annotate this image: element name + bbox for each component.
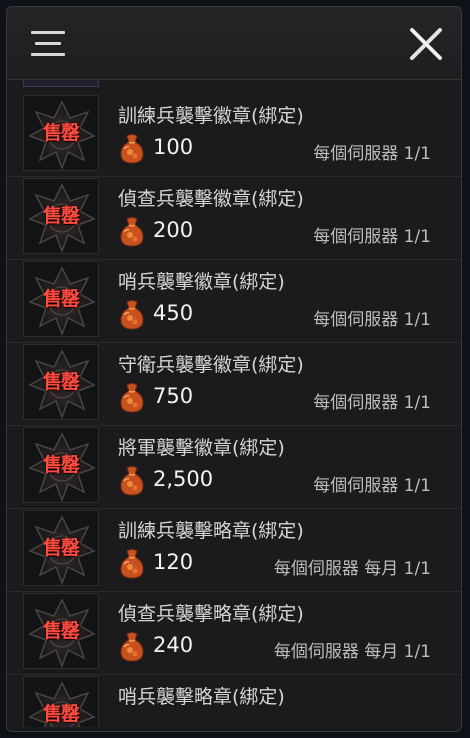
item-title: 將軍襲擊徽章(綁定)	[118, 437, 285, 459]
sold-out-label: 售罄	[42, 371, 80, 393]
item-title: 訓練兵襲擊徽章(綁定)	[118, 105, 304, 127]
shop-item-row[interactable]: 售罄 偵查兵襲擊徽章(綁定) 200 每個伺服器 1/1	[7, 176, 461, 260]
item-icon: 售罄	[23, 593, 99, 669]
item-price: 450	[153, 301, 194, 325]
coin-pouch-icon	[118, 133, 146, 165]
item-price: 240	[153, 633, 194, 657]
shop-item-row[interactable]: 售罄 訓練兵襲擊徽章(綁定) 100 每個伺服器 1/1	[7, 93, 461, 177]
item-title: 偵查兵襲擊徽章(綁定)	[118, 188, 304, 210]
sold-out-label: 售罄	[42, 703, 80, 725]
shop-item-row[interactable]: 售罄 訓練兵襲擊略章(綁定) 120 每個伺服器 每月 1/1	[7, 508, 461, 592]
shop-item-row[interactable]: 售罄 將軍襲擊徽章(綁定) 2,500 每個伺服器 1/1	[7, 425, 461, 509]
purchase-limit: 每個伺服器 1/1	[313, 476, 431, 496]
item-title: 偵查兵襲擊略章(綁定)	[118, 603, 304, 625]
item-price: 750	[153, 384, 194, 408]
coin-pouch-icon	[118, 465, 146, 497]
sold-out-label: 售罄	[42, 537, 80, 559]
shop-item-row[interactable]: 售罄 哨兵襲擊徽章(綁定) 450 每個伺服器 1/1	[7, 259, 461, 343]
coin-pouch-icon	[118, 382, 146, 414]
shop-item-row[interactable]: 售罄 偵查兵襲擊略章(綁定) 240 每個伺服器 每月 1/1	[7, 591, 461, 675]
purchase-limit: 每個伺服器 1/1	[313, 310, 431, 330]
purchase-limit: 每個伺服器 1/1	[313, 144, 431, 164]
sold-out-label: 售罄	[42, 620, 80, 642]
coin-pouch-icon	[118, 548, 146, 580]
close-icon[interactable]	[409, 27, 443, 61]
shop-item-row[interactable]: 售罄 哨兵襲擊略章(綁定)	[7, 674, 461, 727]
item-icon: 售罄	[23, 510, 99, 586]
item-title: 訓練兵襲擊略章(綁定)	[118, 520, 304, 542]
item-list[interactable]: 售罄 訓練兵襲擊徽章(綁定) 100 每個伺服器 1/1 售罄 偵查兵襲擊徽章(…	[7, 67, 461, 727]
item-title: 哨兵襲擊略章(綁定)	[118, 686, 285, 708]
purchase-limit: 每個伺服器 每月 1/1	[273, 559, 431, 579]
item-title: 哨兵襲擊徽章(綁定)	[118, 271, 285, 293]
item-icon: 售罄	[23, 344, 99, 420]
sold-out-label: 售罄	[42, 122, 80, 144]
panel-header	[7, 7, 461, 80]
item-icon: 售罄	[23, 676, 99, 727]
item-icon: 售罄	[23, 427, 99, 503]
sold-out-label: 售罄	[42, 205, 80, 227]
coin-pouch-icon	[118, 216, 146, 248]
item-price: 120	[153, 550, 194, 574]
sold-out-label: 售罄	[42, 288, 80, 310]
menu-icon[interactable]	[31, 31, 65, 57]
item-icon: 售罄	[23, 95, 99, 171]
item-price: 2,500	[153, 467, 214, 491]
purchase-limit: 每個伺服器 每月 1/1	[273, 642, 431, 662]
item-icon: 售罄	[23, 178, 99, 254]
coin-pouch-icon	[118, 299, 146, 331]
item-icon: 售罄	[23, 261, 99, 337]
purchase-limit: 每個伺服器 1/1	[313, 393, 431, 413]
sold-out-label: 售罄	[42, 454, 80, 476]
item-price: 100	[153, 135, 194, 159]
purchase-limit: 每個伺服器 1/1	[313, 227, 431, 247]
item-title: 守衛兵襲擊徽章(綁定)	[118, 354, 304, 376]
shop-panel: 售罄 訓練兵襲擊徽章(綁定) 100 每個伺服器 1/1 售罄 偵查兵襲擊徽章(…	[6, 6, 462, 732]
shop-item-row[interactable]: 售罄 守衛兵襲擊徽章(綁定) 750 每個伺服器 1/1	[7, 342, 461, 426]
coin-pouch-icon	[118, 631, 146, 663]
item-price: 200	[153, 218, 194, 242]
